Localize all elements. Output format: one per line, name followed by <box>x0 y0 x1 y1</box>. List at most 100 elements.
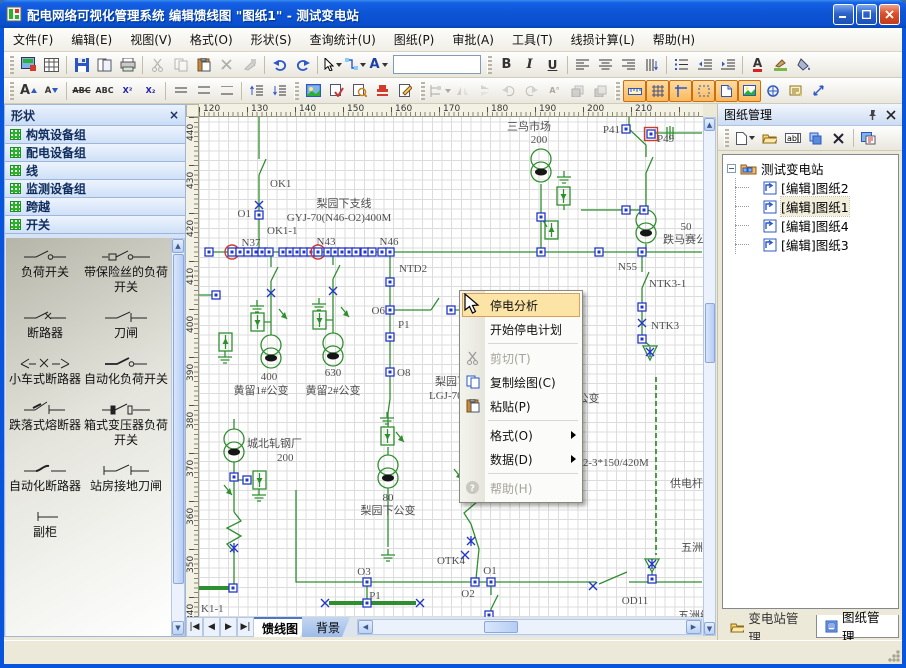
cut-button[interactable] <box>146 54 169 76</box>
scrollbar-thumb[interactable] <box>705 303 715 363</box>
shape-box-transformer-switch[interactable]: 箱式变压器负荷开关 <box>84 401 168 448</box>
shape-knife-switch[interactable]: 刀闸 <box>84 309 168 341</box>
rotate-left-button[interactable] <box>497 80 520 102</box>
flip-vertical-button[interactable] <box>474 80 497 102</box>
tree-item-sheet4[interactable]: [编辑]图纸4 <box>723 216 898 235</box>
shape-fused-load-switch[interactable]: 带保险丝的负荷开关 <box>84 248 168 295</box>
shapes-scrollbar[interactable]: ▲ ▼ <box>171 238 185 636</box>
rotate-right-button[interactable] <box>520 80 543 102</box>
horizontal-ruler[interactable]: 120130140150160170180190200210 <box>199 104 703 117</box>
vertical-ruler[interactable]: 440430420410400390380370360350340 <box>186 117 199 617</box>
drawing-canvas[interactable]: 三鸟市场200P41P49OK1O1OK1-1梨园下支线GYJ-70(N46-O… <box>199 117 703 617</box>
menu-item-copy-drawing[interactable]: 复制绘图(C) <box>460 370 582 394</box>
menu-item-cut[interactable]: 剪切(T) <box>460 346 582 370</box>
menu-item-start-outage-plan[interactable]: 开始停电计划 <box>460 317 582 341</box>
approve-button[interactable] <box>325 80 348 102</box>
scroll-down-icon[interactable]: ▼ <box>704 622 715 635</box>
title-bar[interactable]: 配电网络可视化管理系统 编辑馈线图 "图纸1" - 测试变电站 <box>0 0 906 28</box>
menu-query-stats[interactable]: 查询统计(U) <box>301 28 385 51</box>
delete-sheet-button[interactable] <box>827 127 850 149</box>
indent-button[interactable] <box>716 54 739 76</box>
menu-approve[interactable]: 审批(A) <box>443 28 503 51</box>
prev-page-button[interactable]: ◀ <box>203 617 220 637</box>
pin-icon[interactable] <box>866 109 878 121</box>
toolbar-grip[interactable] <box>294 82 299 100</box>
vertical-text-button[interactable] <box>640 54 663 76</box>
menu-item-help[interactable]: ? 帮助(H) <box>460 476 582 500</box>
close-panel-icon[interactable] <box>886 110 896 120</box>
rotate-text-button[interactable]: A° <box>543 80 566 102</box>
maximize-button[interactable] <box>856 4 877 25</box>
font-color-button[interactable]: A <box>746 54 769 76</box>
menu-edit[interactable]: 编辑(E) <box>62 28 121 51</box>
toolbar-grip[interactable] <box>9 56 14 74</box>
underline-button[interactable]: U <box>541 54 564 76</box>
abc-button[interactable]: ABC <box>93 80 116 102</box>
scroll-up-icon[interactable]: ▲ <box>172 239 184 253</box>
note-button[interactable] <box>784 80 807 102</box>
resize-grip[interactable] <box>887 649 900 662</box>
close-button[interactable] <box>879 4 900 25</box>
move-arrows-button[interactable] <box>807 80 830 102</box>
italic-button[interactable]: I <box>518 54 541 76</box>
highlight-button[interactable] <box>769 54 792 76</box>
grid-toggle-button[interactable] <box>646 80 669 102</box>
tab-feeder-diagram[interactable]: 馈线图 <box>254 617 308 637</box>
toolbar-grip[interactable] <box>420 82 425 100</box>
menu-item-format[interactable]: 格式(O) <box>460 423 582 447</box>
tree-item-sheet1[interactable]: [编辑]图纸1 <box>723 197 898 216</box>
shape-circuit-breaker[interactable]: 断路器 <box>6 309 84 341</box>
scroll-right-icon[interactable]: ▶ <box>686 620 701 634</box>
tree-item-sheet3[interactable]: [编辑]图纸3 <box>723 235 898 254</box>
align-right-button[interactable] <box>617 54 640 76</box>
align-center-button[interactable] <box>594 54 617 76</box>
shape-group-switches[interactable]: 开关 <box>5 216 185 234</box>
shrink-font-button[interactable]: A <box>40 80 63 102</box>
shape-group-structures[interactable]: 构筑设备组 <box>5 126 185 144</box>
shape-trolley-breaker[interactable]: 小车式断路器 <box>6 355 84 387</box>
bring-front-button[interactable] <box>566 80 589 102</box>
toolbar-grip[interactable] <box>9 82 14 100</box>
send-back-button[interactable] <box>589 80 612 102</box>
menu-item-paste[interactable]: 粘贴(P) <box>460 394 582 418</box>
minimize-button[interactable] <box>833 4 854 25</box>
save-button[interactable] <box>70 54 93 76</box>
tree-item-sheet2[interactable]: [编辑]图纸2 <box>723 178 898 197</box>
tab-sheet-manager[interactable]: 图纸管理 <box>816 615 899 638</box>
first-page-button[interactable]: |◀ <box>186 617 203 637</box>
flip-horizontal-button[interactable] <box>451 80 474 102</box>
copy-button[interactable] <box>169 54 192 76</box>
canvas-hscrollbar[interactable]: ◀ ▶ <box>357 619 702 635</box>
strikethrough-button[interactable]: ABC <box>70 80 93 102</box>
fill-button[interactable] <box>792 54 815 76</box>
shape-aux-cabinet[interactable]: 副柜 <box>6 508 84 540</box>
insert-picture-button[interactable] <box>302 80 325 102</box>
space-after-button[interactable] <box>268 80 291 102</box>
text-tool-button[interactable]: A <box>367 54 390 76</box>
table-button[interactable] <box>40 54 63 76</box>
tree-root-substation[interactable]: − 测试变电站 <box>723 159 898 178</box>
line-spacing-2-button[interactable] <box>215 80 238 102</box>
page-toggle-button[interactable] <box>715 80 738 102</box>
next-page-button[interactable]: ▶ <box>220 617 237 637</box>
tab-background[interactable]: 背景 <box>302 617 350 637</box>
collapse-icon[interactable]: − <box>727 164 736 173</box>
connector-tool-button[interactable] <box>344 54 367 76</box>
menu-sheet[interactable]: 图纸(P) <box>385 28 444 51</box>
menu-shape[interactable]: 形状(S) <box>242 28 301 51</box>
shape-group-crossing[interactable]: 跨越 <box>5 198 185 216</box>
menu-line-loss[interactable]: 线损计算(L) <box>562 28 644 51</box>
scroll-left-icon[interactable]: ◀ <box>358 620 373 634</box>
ruler-toggle-button[interactable] <box>623 80 646 102</box>
stamp-button[interactable] <box>371 80 394 102</box>
toolbar-grip[interactable] <box>724 129 729 147</box>
bold-button[interactable]: B <box>495 54 518 76</box>
menu-format[interactable]: 格式(O) <box>181 28 242 51</box>
rename-sheet-button[interactable]: ab <box>781 127 804 149</box>
canvas-vscrollbar[interactable]: ▲ ▼ <box>703 117 716 636</box>
open-sheet-button[interactable] <box>758 127 781 149</box>
new-sheet-button[interactable] <box>732 127 758 149</box>
outdent-button[interactable] <box>693 54 716 76</box>
scrollbar-thumb[interactable] <box>484 621 518 633</box>
line-spacing-1-button[interactable] <box>169 80 192 102</box>
